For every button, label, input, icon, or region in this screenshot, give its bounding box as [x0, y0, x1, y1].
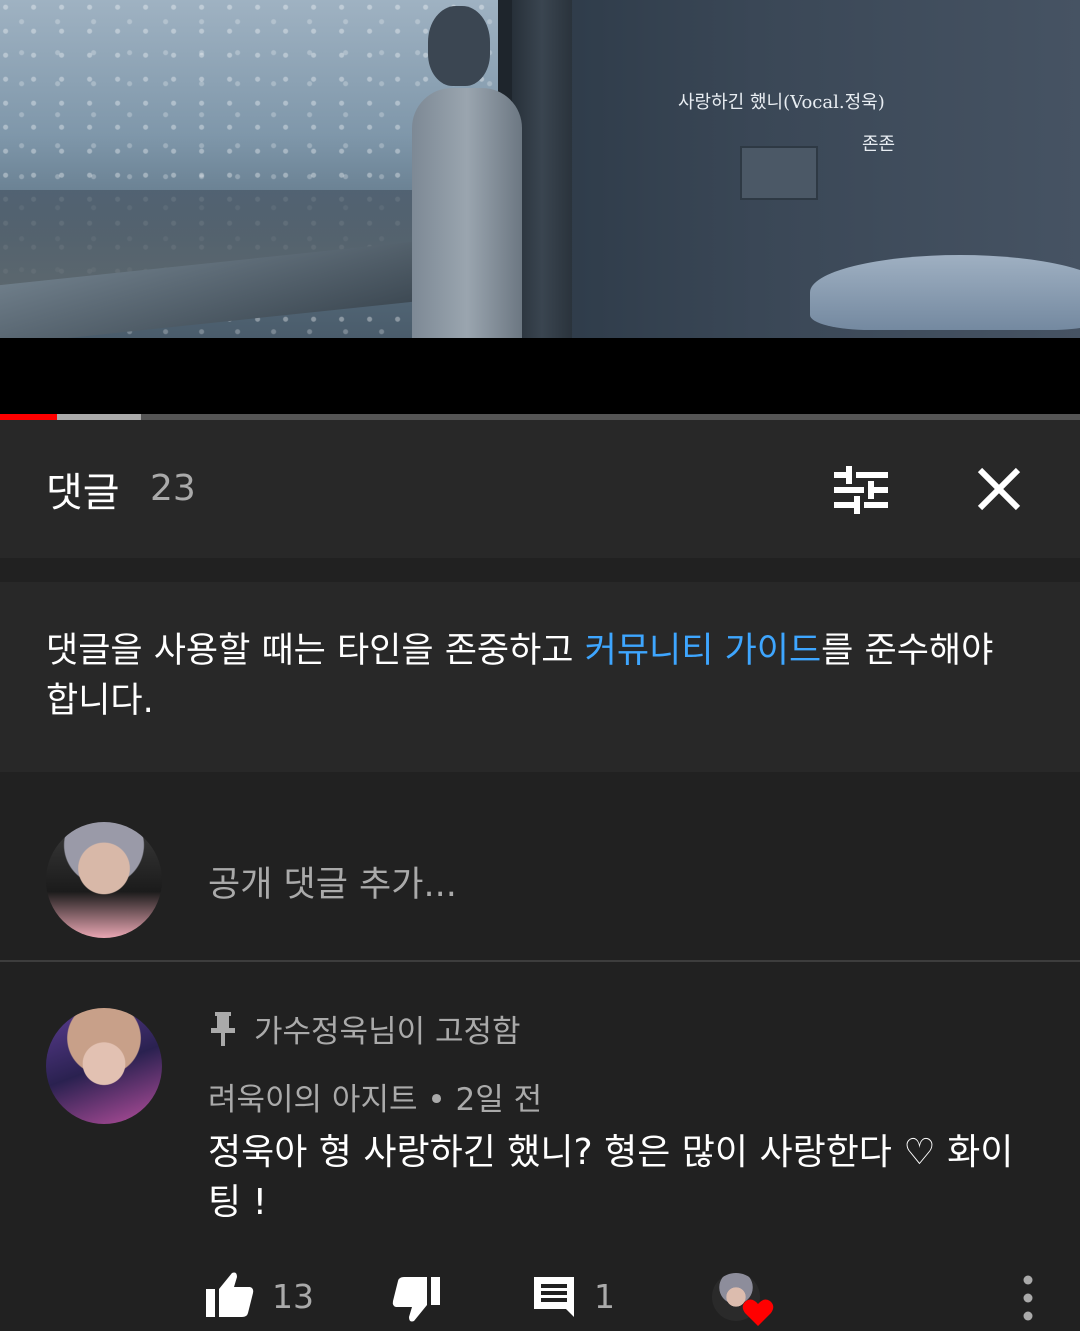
commenter-avatar[interactable]: [46, 1008, 162, 1124]
comment-time: 2일 전: [455, 1082, 543, 1118]
meta-separator: •: [427, 1082, 446, 1118]
pin-icon: [211, 1011, 235, 1046]
sort-icon[interactable]: [834, 466, 888, 514]
comments-header: 댓글 23: [0, 420, 1080, 558]
video-pillow: [810, 255, 1080, 330]
guideline-text-before: 댓글을 사용할 때는 타인을 존중하고: [46, 631, 585, 671]
comment-item: 가수정욱님이 고정함 려욱이의 아지트 • 2일 전 정욱아 형 사랑하긴 했니…: [0, 962, 1080, 1331]
video-artist: 존존: [862, 134, 896, 155]
my-avatar: [46, 822, 162, 938]
creator-heart-icon: [712, 1273, 774, 1331]
dislike-icon[interactable]: [392, 1277, 440, 1323]
pinned-label-row: 가수정욱님이 고정함: [210, 1006, 521, 1051]
comments-count: 23: [150, 468, 196, 509]
comment-meta: 려욱이의 아지트 • 2일 전: [208, 1074, 542, 1119]
comment-text: 정욱아 형 사랑하긴 했니? 형은 많이 사랑한다 ♡ 화이팅 !: [208, 1132, 1014, 1223]
video-person-body: [412, 88, 522, 338]
pinned-label: 가수정욱님이 고정함: [254, 1014, 521, 1050]
comment-actions: 13 1: [0, 1267, 1080, 1327]
add-comment-row[interactable]: 공개 댓글 추가...: [0, 800, 1080, 960]
reply-count: 1: [594, 1277, 615, 1316]
reply-icon[interactable]: [534, 1277, 574, 1317]
comment-author[interactable]: 려욱이의 아지트: [208, 1082, 418, 1118]
add-comment-input[interactable]: 공개 댓글 추가...: [208, 856, 457, 907]
community-guideline-notice: 댓글을 사용할 때는 타인을 존중하고 커뮤니티 가이드를 준수해야 합니다.: [0, 582, 1080, 772]
video-person-head: [428, 6, 490, 86]
community-guidelines-link[interactable]: 커뮤니티 가이드: [585, 631, 822, 671]
like-count: 13: [272, 1277, 314, 1316]
like-icon[interactable]: [206, 1271, 254, 1317]
video-wall-frame: [740, 146, 818, 200]
video-letterbox: [0, 338, 1080, 414]
heart-icon: [742, 1299, 774, 1326]
video-song-title: 사랑하긴 했니(Vocal.정욱): [678, 92, 885, 113]
video-player[interactable]: 사랑하긴 했니(Vocal.정욱) 존존: [0, 0, 1080, 338]
guideline-text: 댓글을 사용할 때는 타인을 존중하고 커뮤니티 가이드를 준수해야 합니다.: [46, 626, 1036, 726]
close-icon[interactable]: [976, 466, 1022, 512]
more-icon[interactable]: [1018, 1275, 1038, 1321]
comments-title: 댓글: [46, 470, 120, 516]
